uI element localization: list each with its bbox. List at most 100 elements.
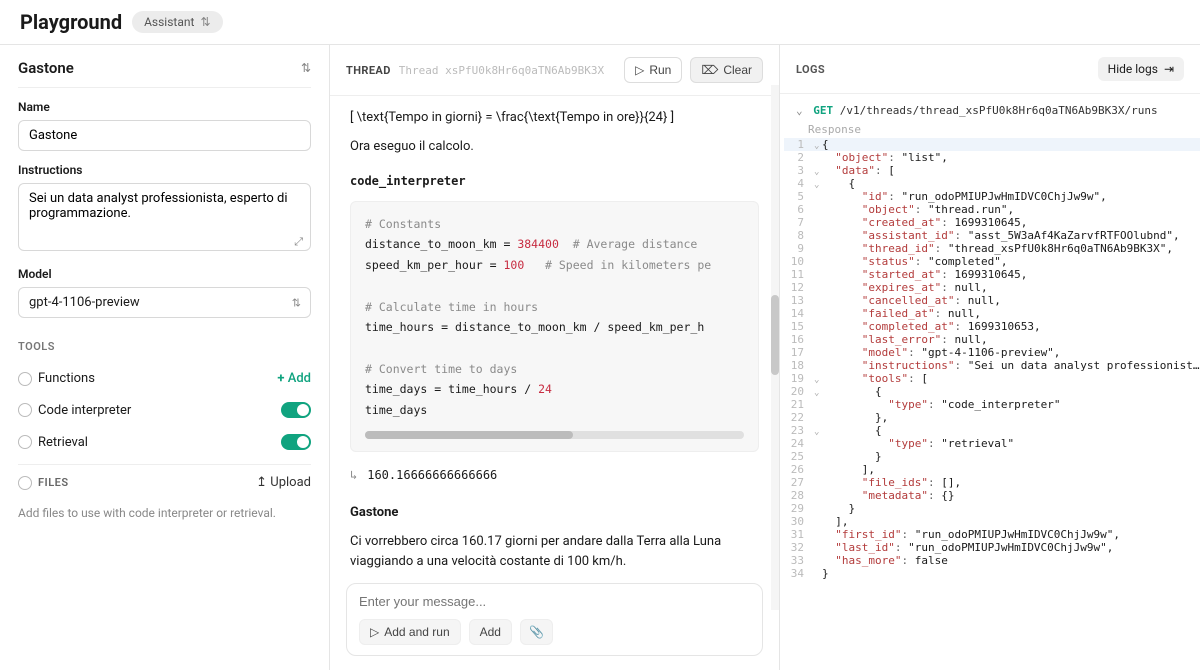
http-path: /v1/threads/thread_xsPfU0k8Hr6q0aTN6Ab9B… — [840, 104, 1158, 117]
upload-button[interactable]: ↥ Upload — [256, 475, 311, 490]
files-hint: Add files to use with code interpreter o… — [18, 506, 311, 520]
log-line: 12 "expires_at": null, — [784, 281, 1200, 294]
retrieval-toggle[interactable] — [281, 434, 311, 450]
attach-button[interactable]: 📎 — [520, 619, 553, 645]
log-line: 19⌄ "tools": [ — [784, 372, 1200, 385]
log-line: 7 "created_at": 1699310645, — [784, 216, 1200, 229]
log-line: 14 "failed_at": null, — [784, 307, 1200, 320]
clear-button[interactable]: ⌦Clear — [690, 57, 763, 83]
log-line: 26 ], — [784, 463, 1200, 476]
model-select[interactable]: gpt-4-1106-preview — [18, 287, 311, 318]
message-text: [ \text{Tempo in giorni} = \frac{\text{T… — [350, 108, 759, 129]
code-interpreter-label: Code interpreter — [38, 403, 131, 418]
code-interpreter-heading: code_interpreter — [350, 172, 759, 191]
name-input[interactable] — [18, 120, 311, 151]
logs-label: LOGS — [796, 63, 825, 76]
hide-logs-button[interactable]: Hide logs ⇥ — [1098, 57, 1184, 81]
updown-icon: ⇅ — [292, 296, 301, 309]
log-line: 25 } — [784, 450, 1200, 463]
play-icon: ▷ — [370, 625, 379, 639]
tool-row-functions: Functions + Add — [18, 363, 311, 394]
log-line: 11 "started_at": 1699310645, — [784, 268, 1200, 281]
assistant-reply-name: Gastone — [350, 503, 759, 524]
instructions-input[interactable]: Sei un data analyst professionista, espe… — [18, 183, 311, 251]
log-line: 6 "object": "thread.run", — [784, 203, 1200, 216]
log-line: 8 "assistant_id": "asst_5W3aAf4KaZarvfRT… — [784, 229, 1200, 242]
info-icon — [18, 435, 32, 449]
mode-selector[interactable]: Assistant ⇅ — [132, 11, 222, 33]
run-button[interactable]: ▷Run — [624, 57, 682, 83]
log-line: 9 "thread_id": "thread_xsPfU0k8Hr6q0aTN6… — [784, 242, 1200, 255]
response-label: Response — [784, 121, 1200, 138]
log-line: 30 ], — [784, 515, 1200, 528]
model-label: Model — [18, 267, 311, 281]
log-line: 5 "id": "run_odoPMIUPJwHmIDVC0ChjJw9w", — [784, 190, 1200, 203]
tools-header: TOOLS — [18, 340, 311, 353]
assistant-switch-icon[interactable]: ⇅ — [301, 61, 311, 75]
collapse-icon: ⇥ — [1164, 62, 1174, 76]
updown-icon: ⇅ — [200, 15, 210, 29]
http-method: GET — [813, 104, 833, 117]
tool-row-retrieval: Retrieval — [18, 426, 311, 458]
sidebar: Gastone ⇅ Name Instructions Sei un data … — [0, 45, 330, 670]
log-line: 10 "status": "completed", — [784, 255, 1200, 268]
broom-icon: ⌦ — [701, 63, 718, 77]
log-line: 29 } — [784, 502, 1200, 515]
log-line: 23⌄ { — [784, 424, 1200, 437]
log-line: 32 "last_id": "run_odoPMIUPJwHmIDVC0ChjJ… — [784, 541, 1200, 554]
log-line: 17 "model": "gpt-4-1106-preview", — [784, 346, 1200, 359]
log-line: 34} — [784, 567, 1200, 580]
message-input[interactable] — [359, 594, 750, 609]
retrieval-label: Retrieval — [38, 435, 88, 450]
log-line: 24 "type": "retrieval" — [784, 437, 1200, 450]
log-line: 16 "last_error": null, — [784, 333, 1200, 346]
log-line: 2 "object": "list", — [784, 151, 1200, 164]
log-line: 1⌄{ — [784, 138, 1200, 151]
paperclip-icon: 📎 — [529, 625, 544, 639]
page-title: Playground — [20, 10, 122, 34]
assistant-heading: Gastone — [18, 59, 74, 77]
add-and-run-button[interactable]: ▷Add and run — [359, 619, 461, 645]
log-line: 4⌄ { — [784, 177, 1200, 190]
thread-column: THREAD Thread xsPfU0k8Hr6q0aTN6Ab9BK3X ▷… — [330, 45, 780, 670]
log-line: 20⌄ { — [784, 385, 1200, 398]
log-line: 33 "has_more": false — [784, 554, 1200, 567]
name-label: Name — [18, 100, 311, 114]
instructions-label: Instructions — [18, 163, 311, 177]
log-line: 15 "completed_at": 1699310653, — [784, 320, 1200, 333]
code-output: 160.16666666666666 — [367, 466, 497, 485]
horizontal-scrollbar[interactable] — [365, 431, 744, 439]
log-line: 31 "first_id": "run_odoPMIUPJwHmIDVC0Chj… — [784, 528, 1200, 541]
info-icon — [18, 476, 32, 490]
top-bar: Playground Assistant ⇅ — [0, 0, 1200, 45]
plus-icon: + — [277, 371, 284, 386]
log-line: 22 }, — [784, 411, 1200, 424]
message-text: Ora eseguo il calcolo. — [350, 137, 759, 158]
thread-id: Thread xsPfU0k8Hr6q0aTN6Ab9BK3X — [399, 64, 616, 77]
composer: ▷Add and run Add 📎 — [346, 583, 763, 656]
code-block: # Constants distance_to_moon_km = 384400… — [350, 201, 759, 452]
caret-down-icon: ⌄ — [796, 104, 803, 117]
log-line: 13 "cancelled_at": null, — [784, 294, 1200, 307]
thread-body: [ \text{Tempo in giorni} = \frac{\text{T… — [330, 96, 779, 573]
files-label: FILES — [38, 476, 69, 489]
play-icon: ▷ — [635, 63, 644, 77]
logs-column: LOGS Hide logs ⇥ ⌄ GET /v1/threads/threa… — [780, 45, 1200, 670]
log-line: 27 "file_ids": [], — [784, 476, 1200, 489]
tool-row-code-interpreter: Code interpreter — [18, 394, 311, 426]
request-line[interactable]: ⌄ GET /v1/threads/thread_xsPfU0k8Hr6q0aT… — [784, 100, 1200, 121]
logs-body: ⌄ GET /v1/threads/thread_xsPfU0k8Hr6q0aT… — [780, 94, 1200, 670]
expand-icon[interactable]: ⤢ — [294, 235, 303, 249]
log-line: 21 "type": "code_interpreter" — [784, 398, 1200, 411]
add-button[interactable]: Add — [469, 619, 512, 645]
thread-label: THREAD — [346, 64, 391, 77]
vertical-scrollbar[interactable] — [771, 85, 779, 610]
info-icon — [18, 372, 32, 386]
log-line: 3⌄ "data": [ — [784, 164, 1200, 177]
log-line: 18 "instructions": "Sei un data analyst … — [784, 359, 1200, 372]
functions-label: Functions — [38, 371, 95, 386]
code-interpreter-toggle[interactable] — [281, 402, 311, 418]
log-line: 28 "metadata": {} — [784, 489, 1200, 502]
add-function-button[interactable]: + Add — [277, 371, 311, 386]
assistant-reply-text: Ci vorrebbero circa 160.17 giorni per an… — [350, 532, 759, 573]
